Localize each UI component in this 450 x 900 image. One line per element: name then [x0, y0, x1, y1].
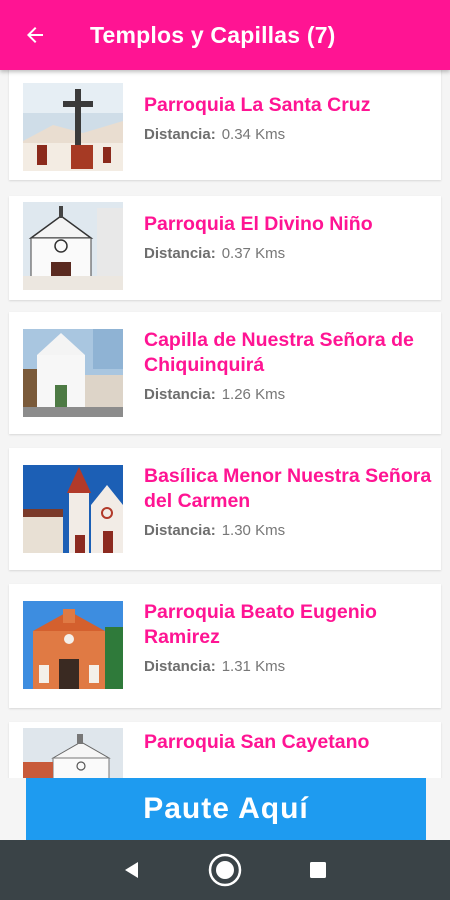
page-title: Templos y Capillas (7): [90, 21, 336, 48]
place-name-line2: del Carmen: [144, 490, 251, 512]
distance-label: Distancia:: [144, 245, 216, 262]
distance-row: Distancia: 0.34 Kms: [144, 126, 441, 143]
church-thumbnail: [23, 465, 123, 553]
church-thumbnail: [23, 83, 123, 171]
place-name: Parroquia Beato Eugenio: [144, 601, 377, 623]
triangle-back-icon: [124, 862, 138, 878]
list-item[interactable]: Basílica Menor Nuestra Señora del Carmen…: [9, 448, 441, 570]
church-thumbnail: [23, 329, 123, 417]
distance-value: 1.31 Kms: [221, 658, 286, 675]
place-name: Parroquia San Cayetano: [144, 731, 370, 753]
list-item[interactable]: Parroquia Beato Eugenio Ramirez Distanci…: [9, 584, 441, 708]
list-item[interactable]: Parroquia El Divino Niño Distancia: 0.37 …: [9, 196, 441, 300]
place-name-line2: Ramirez: [144, 626, 220, 648]
square-recents-icon: [310, 862, 327, 878]
distance-row: Distancia: 1.26 Kms: [144, 386, 441, 403]
ad-banner-button[interactable]: Paute Aquí: [26, 778, 426, 840]
distance-label: Distancia:: [144, 658, 216, 675]
arrow-back-icon: [27, 27, 43, 43]
distance-label: Distancia:: [144, 126, 216, 143]
list-item[interactable]: Capilla de Nuestra Señora de Chiquinquir…: [9, 312, 441, 434]
app-bar: Templos y Capillas (7): [0, 0, 450, 70]
system-nav-bar: [0, 840, 450, 900]
distance-value: 1.26 Kms: [221, 386, 286, 403]
distance-value: 1.30 Kms: [221, 522, 286, 539]
place-name-line2: Chiquinquirá: [144, 354, 265, 376]
church-thumbnail: [23, 601, 123, 689]
place-name: Parroquia El Divino Niño: [144, 213, 373, 235]
distance-label: Distancia:: [144, 386, 216, 403]
back-button[interactable]: [0, 0, 70, 70]
nav-back-button[interactable]: [112, 850, 152, 890]
circle-home-icon: [208, 853, 242, 887]
church-thumbnail: [23, 202, 123, 290]
nav-recents-button[interactable]: [298, 850, 338, 890]
places-list[interactable]: Parroquia La Santa Cruz Distancia: 0.34 K…: [0, 70, 450, 778]
place-name: Parroquia La Santa Cruz: [144, 94, 371, 116]
distance-value: 0.37 Kms: [221, 245, 286, 262]
distance-row: Distancia: 1.30 Kms: [144, 522, 441, 539]
place-name: Capilla de Nuestra Señora de: [144, 329, 414, 351]
distance-row: Distancia: 1.31 Kms: [144, 658, 441, 675]
distance-label: Distancia:: [144, 522, 216, 539]
distance-value: 0.34 Kms: [221, 126, 286, 143]
distance-row: Distancia: 0.37 Kms: [144, 245, 441, 262]
list-item[interactable]: Parroquia La Santa Cruz Distancia: 0.34 K…: [9, 70, 441, 180]
church-thumbnail: [23, 728, 123, 778]
list-item[interactable]: Parroquia San Cayetano: [9, 722, 441, 778]
place-name: Basílica Menor Nuestra Señora: [144, 465, 432, 487]
nav-home-button[interactable]: [205, 850, 245, 890]
